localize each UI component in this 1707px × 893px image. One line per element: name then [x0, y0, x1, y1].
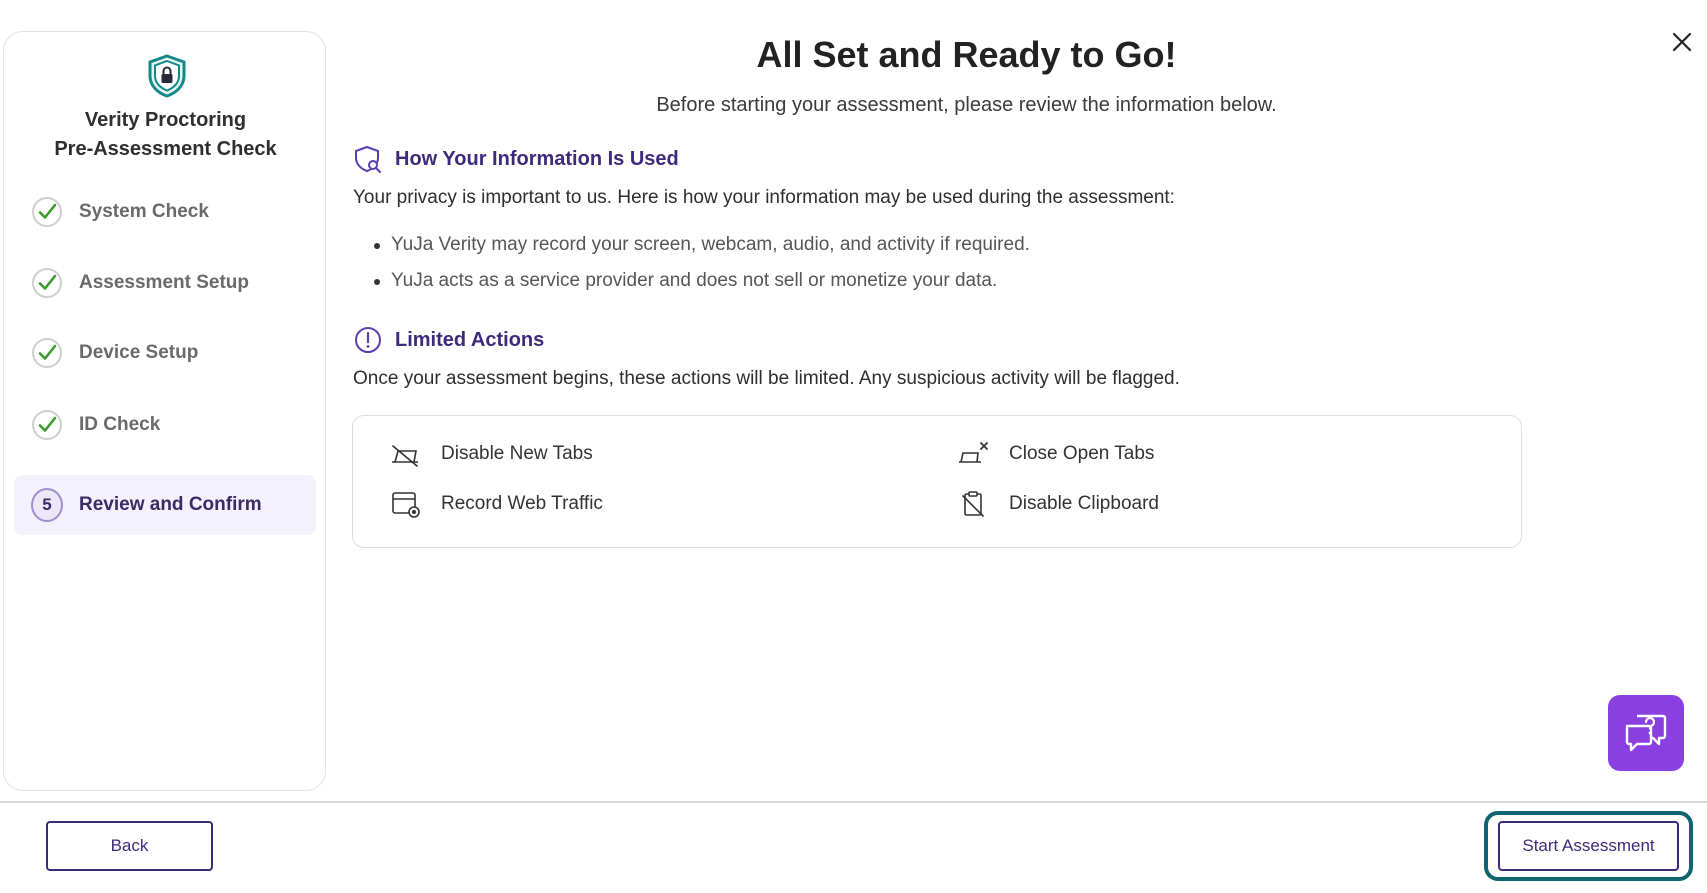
action-label: Close Open Tabs	[1009, 443, 1155, 464]
step-label: Review and Confirm	[79, 494, 262, 515]
step-id-check: ID Check	[14, 395, 316, 455]
list-item: YuJa acts as a service provider and does…	[374, 268, 1030, 304]
help-chat-icon	[1625, 714, 1667, 752]
limited-section-title: Limited Actions	[395, 328, 545, 351]
step-label: Device Setup	[79, 342, 199, 363]
tab-off-icon	[392, 445, 418, 467]
step-number-badge: 5	[31, 488, 63, 522]
check-circle-icon	[31, 409, 63, 441]
start-assessment-button[interactable]: Start Assessment	[1498, 821, 1679, 871]
action-label: Disable New Tabs	[441, 443, 593, 464]
footer-divider	[0, 801, 1707, 803]
limited-section-intro: Once your assessment begins, these actio…	[353, 368, 1180, 389]
exclamation-circle-icon	[355, 327, 381, 353]
help-chat-button[interactable]	[1608, 695, 1684, 771]
step-system-check: System Check	[14, 182, 316, 242]
start-button-focus-ring: Start Assessment	[1484, 811, 1693, 881]
close-icon	[1672, 32, 1692, 52]
action-label: Record Web Traffic	[441, 493, 603, 514]
check-circle-icon	[31, 196, 63, 228]
shield-lock-icon	[148, 54, 186, 98]
back-button[interactable]: Back	[46, 821, 213, 871]
sidebar-title-line2: Pre-Assessment Check	[54, 138, 277, 160]
page-title: All Set and Ready to Go!	[756, 34, 1177, 75]
page-subtitle: Before starting your assessment, please …	[656, 94, 1277, 116]
step-review-and-confirm: 5 Review and Confirm	[14, 475, 316, 535]
action-disable-clipboard: Disable Clipboard	[957, 490, 1159, 518]
browser-record-icon	[392, 492, 420, 518]
tab-close-icon	[959, 442, 988, 463]
action-disable-new-tabs: Disable New Tabs	[389, 440, 593, 468]
clipboard-off-icon	[962, 491, 984, 517]
step-assessment-setup: Assessment Setup	[14, 253, 316, 313]
step-device-setup: Device Setup	[14, 323, 316, 383]
info-section-heading: How Your Information Is Used	[353, 144, 679, 174]
info-bullet-list: YuJa Verity may record your screen, webc…	[374, 232, 1030, 304]
progress-sidebar: Verity Proctoring Pre-Assessment Check S…	[3, 31, 326, 791]
close-button[interactable]	[1667, 27, 1697, 57]
sidebar-title: Verity Proctoring Pre-Assessment Check	[4, 106, 327, 164]
step-label: Assessment Setup	[79, 272, 250, 293]
limited-actions-panel: Disable New Tabs Close Open Tabs Record …	[352, 415, 1522, 548]
step-label: System Check	[79, 201, 209, 222]
limited-section-heading: Limited Actions	[353, 325, 544, 355]
check-circle-icon	[31, 267, 63, 299]
action-record-web-traffic: Record Web Traffic	[389, 490, 603, 518]
step-label: ID Check	[79, 414, 161, 435]
action-label: Disable Clipboard	[1009, 493, 1159, 514]
step-number: 5	[31, 488, 63, 522]
action-close-open-tabs: Close Open Tabs	[957, 440, 1154, 468]
info-section-intro: Your privacy is important to us. Here is…	[353, 187, 1175, 208]
info-section-title: How Your Information Is Used	[395, 147, 679, 170]
sidebar-title-line1: Verity Proctoring	[84, 109, 247, 131]
list-item: YuJa Verity may record your screen, webc…	[374, 232, 1030, 268]
check-circle-icon	[31, 337, 63, 369]
shield-search-icon	[355, 145, 381, 173]
